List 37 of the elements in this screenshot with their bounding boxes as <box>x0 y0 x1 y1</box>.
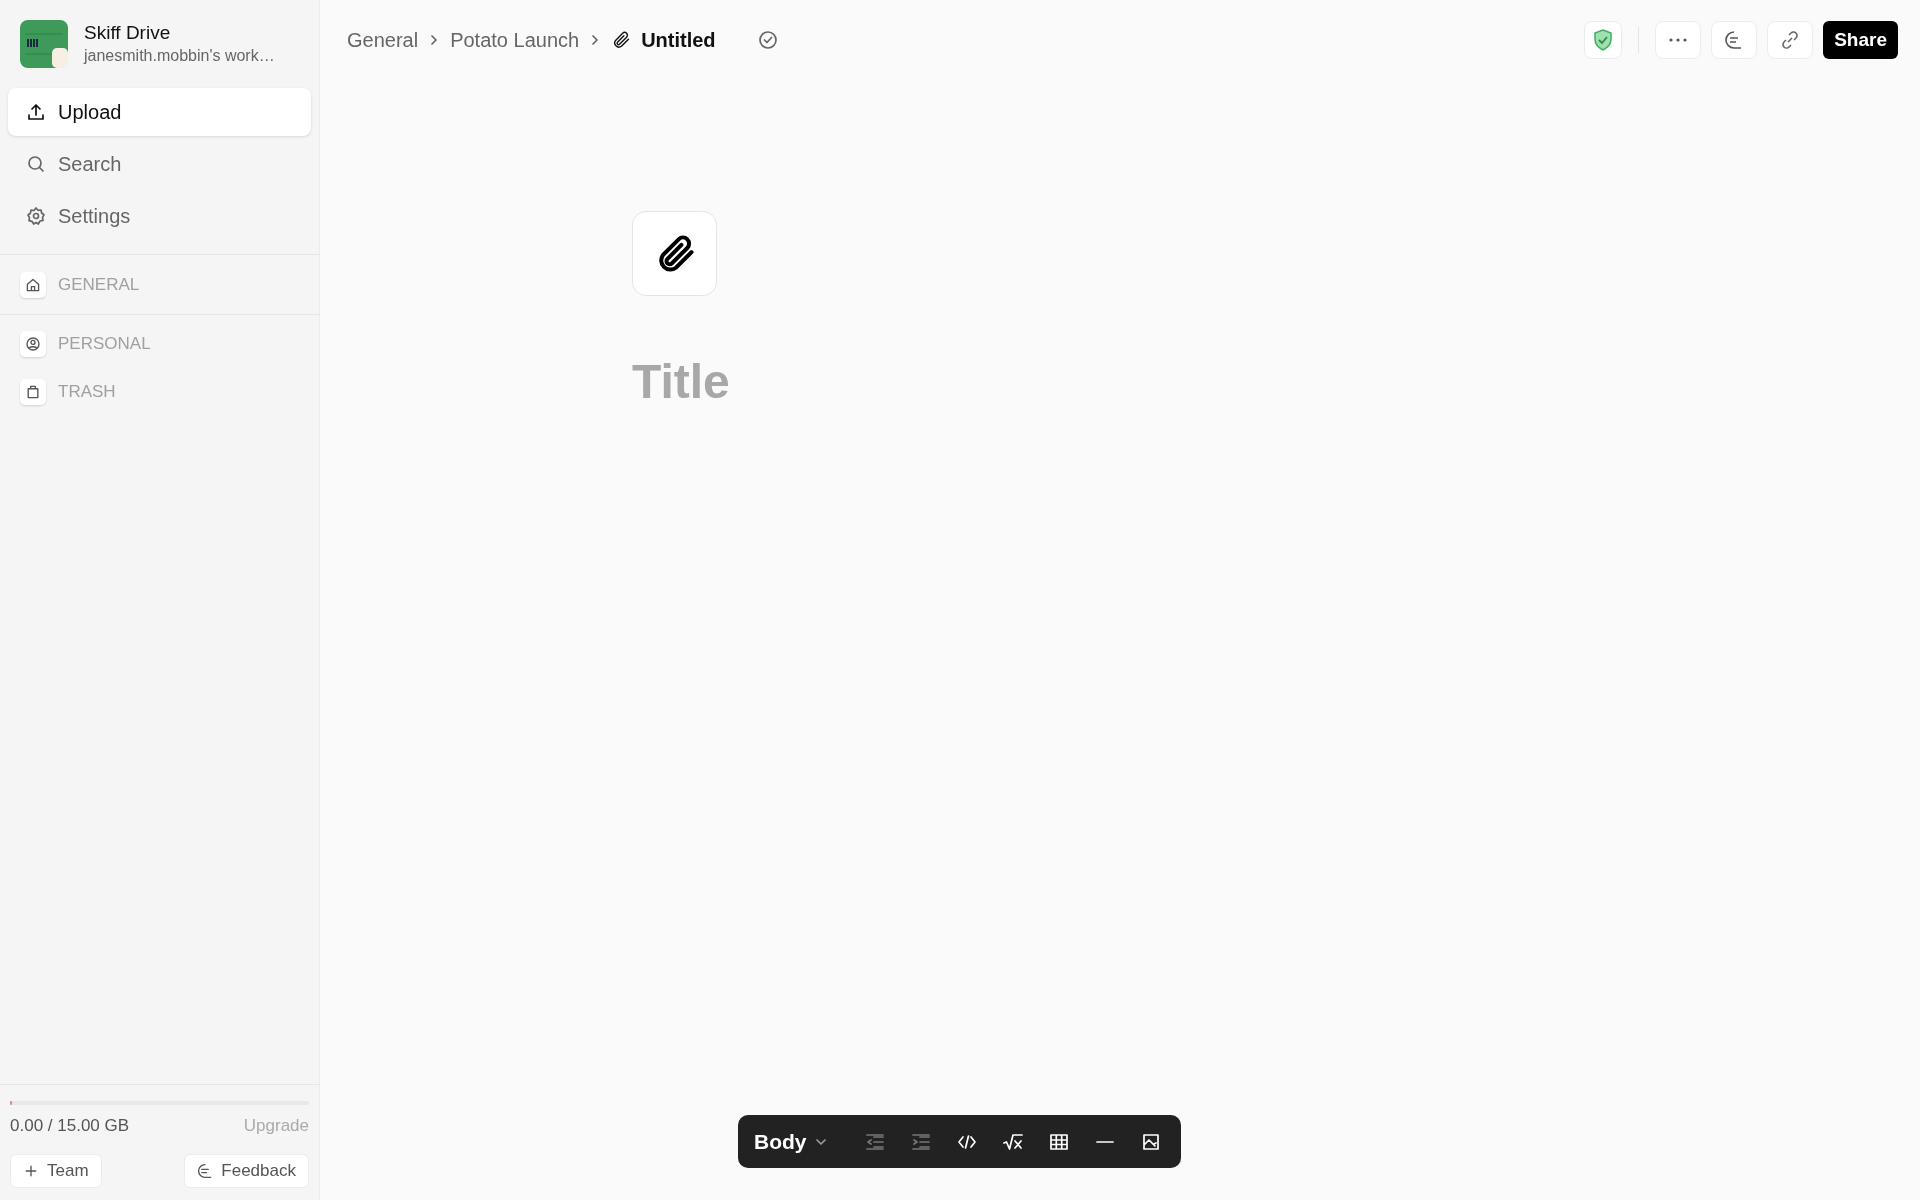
comment-icon <box>197 1163 214 1179</box>
table-icon <box>1048 1131 1069 1152</box>
home-icon <box>25 276 41 293</box>
upload-icon <box>26 102 46 122</box>
workspace-subtitle: janesmith.mobbin's work… <box>84 46 275 66</box>
trash-icon <box>25 384 41 400</box>
shield-check-icon <box>1593 29 1614 51</box>
breadcrumb-link[interactable]: General <box>347 25 419 55</box>
security-button[interactable] <box>1584 21 1623 59</box>
link-icon <box>1780 30 1801 50</box>
team-button[interactable]: Team <box>10 1154 102 1188</box>
square-root-icon <box>1002 1131 1023 1152</box>
horizontal-rule-icon <box>1094 1140 1115 1143</box>
outdent-icon <box>864 1131 885 1152</box>
settings-icon <box>26 206 46 226</box>
copy-link-button[interactable] <box>1767 21 1814 59</box>
person-icon <box>25 336 41 352</box>
breadcrumb-link[interactable]: Untitled <box>641 25 716 55</box>
text-style-dropdown[interactable]: Body <box>754 1125 841 1158</box>
nav-item[interactable]: Settings <box>8 192 311 240</box>
check-circle-icon <box>757 30 778 50</box>
nav-item[interactable]: Search <box>8 140 311 188</box>
feedback-button[interactable]: Feedback <box>184 1154 309 1188</box>
more-icon <box>1669 38 1688 42</box>
storage-usage: 0.00 / 15.00 GB <box>10 1114 130 1137</box>
nav-item[interactable]: Upload <box>8 88 311 136</box>
indent-icon <box>910 1131 931 1152</box>
app-logo-icon <box>20 20 68 68</box>
workspace-name: Skiff Drive <box>84 21 172 45</box>
share-button[interactable]: Share <box>1823 21 1898 59</box>
search-icon <box>26 154 46 174</box>
document-icon-tile[interactable] <box>632 211 717 296</box>
paperclip-icon <box>611 30 632 50</box>
breadcrumb-link[interactable]: Potato Launch <box>450 25 580 55</box>
plus-icon <box>23 1163 39 1179</box>
comment-button[interactable] <box>1711 21 1758 59</box>
image-icon <box>1140 1131 1161 1152</box>
